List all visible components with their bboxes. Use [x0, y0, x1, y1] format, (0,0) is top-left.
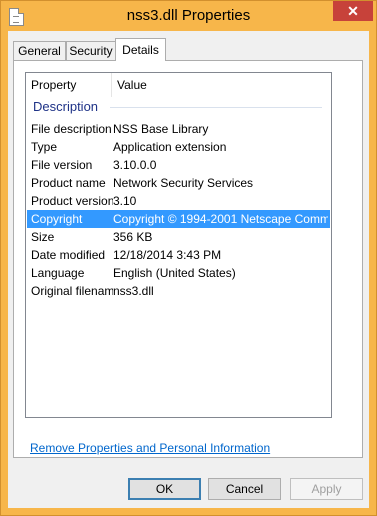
property-name: Original filename: [31, 284, 113, 298]
property-value: nss3.dll: [113, 284, 154, 298]
property-value: English (United States): [113, 266, 236, 280]
property-value: 3.10: [113, 194, 137, 208]
list-item[interactable]: Date modified 12/18/2014 3:43 PM: [27, 246, 330, 264]
property-name: Product version: [31, 194, 113, 208]
list-item[interactable]: Product version 3.10: [27, 192, 330, 210]
column-header-value[interactable]: Value: [112, 73, 331, 97]
property-name: Language: [31, 266, 85, 280]
group-header-description: Description: [33, 99, 99, 114]
list-item[interactable]: Copyright Copyright © 1994-2001 Netscape …: [27, 210, 330, 228]
list-item[interactable]: Language English (United States): [27, 264, 330, 282]
property-name: Type: [31, 140, 58, 154]
tab-general[interactable]: General: [13, 41, 66, 61]
list-item[interactable]: File version 3.10.0.0: [27, 156, 330, 174]
property-value: Copyright © 1994-2001 Netscape Comm...: [113, 212, 328, 226]
property-value: 356 KB: [113, 230, 153, 244]
details-list[interactable]: Property Value Description File descript…: [25, 72, 332, 418]
close-button[interactable]: ✕: [333, 1, 373, 21]
property-value: NSS Base Library: [113, 122, 209, 136]
list-item[interactable]: Type Application extension: [27, 138, 330, 156]
property-value: Network Security Services: [113, 176, 254, 190]
property-value: 3.10.0.0: [113, 158, 157, 172]
list-item[interactable]: File description NSS Base Library: [27, 120, 330, 138]
property-name: File version: [31, 158, 93, 172]
list-item[interactable]: Size 356 KB: [27, 228, 330, 246]
property-value: 12/18/2014 3:43 PM: [113, 248, 222, 262]
ok-button[interactable]: OK: [128, 478, 201, 500]
remove-properties-link[interactable]: Remove Properties and Personal Informati…: [30, 441, 270, 455]
cancel-button[interactable]: Cancel: [208, 478, 281, 500]
title-bar[interactable]: nss3.dll Properties ✕: [1, 1, 376, 31]
list-item[interactable]: Original filename nss3.dll: [27, 282, 330, 300]
column-header-property[interactable]: Property: [26, 73, 112, 97]
tab-details[interactable]: Details: [115, 38, 166, 61]
window-title: nss3.dll Properties: [126, 7, 251, 24]
property-name: Size: [31, 230, 55, 244]
group-divider: [110, 107, 322, 108]
list-item[interactable]: Product name Network Security Services: [27, 174, 330, 192]
property-name: Date modified: [31, 248, 106, 262]
properties-window: nss3.dll Properties ✕ General Security D…: [0, 0, 377, 516]
tab-security[interactable]: Security: [66, 41, 116, 61]
dialog-body: General Security Details Property Value …: [8, 31, 369, 508]
property-value: Application extension: [113, 140, 227, 154]
apply-button[interactable]: Apply: [290, 478, 363, 500]
property-name: Product name: [31, 176, 106, 190]
property-name: File description: [31, 122, 112, 136]
property-name: Copyright: [31, 212, 83, 226]
